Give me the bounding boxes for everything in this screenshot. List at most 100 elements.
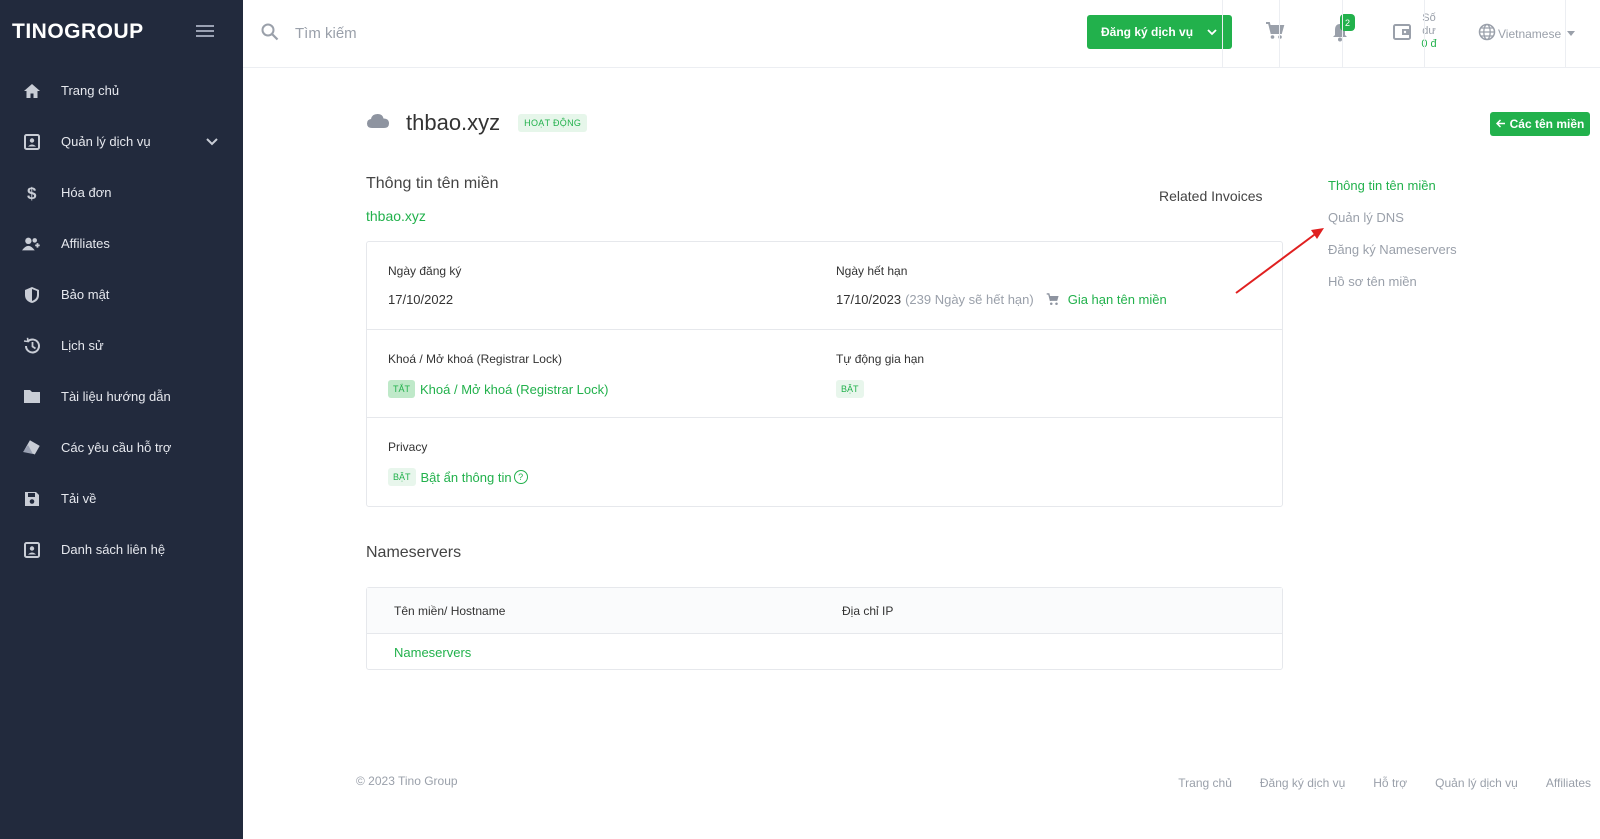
sidebar-item-affiliates[interactable]: Affiliates	[0, 218, 243, 269]
balance-label: dư	[1422, 25, 1436, 37]
footer-link-services[interactable]: Quản lý dịch vụ	[1435, 776, 1518, 790]
sidebar-item-downloads[interactable]: Tải về	[0, 473, 243, 524]
footer-link-affiliates[interactable]: Affiliates	[1546, 776, 1591, 790]
expiry-remaining: (239 Ngày sẽ hết hạn)	[905, 292, 1034, 307]
cart-icon[interactable]	[1265, 22, 1285, 45]
nameservers-table: Tên miền/ Hostname Địa chỉ IP Nameserver…	[366, 587, 1283, 670]
registrar-lock-link[interactable]: Khoá / Mở khoá (Registrar Lock)	[420, 382, 608, 397]
divider	[1342, 0, 1343, 68]
footer-links: Trang chủ Đăng ký dịch vụ Hỗ trợ Quản lý…	[1150, 776, 1591, 790]
side-menu-domain-info[interactable]: Thông tin tên miền	[1328, 178, 1457, 210]
privacy-link[interactable]: Bật ẩn thông tin	[421, 470, 512, 485]
expiry-date-label: Ngày hết hạn	[836, 264, 908, 278]
privacy-cell: Privacy BẬT Bật ẩn thông tin ?	[388, 440, 528, 486]
divider	[1222, 0, 1223, 68]
cloud-icon	[366, 113, 390, 134]
language-selector[interactable]: Vietnamese	[1478, 23, 1576, 44]
divider	[1424, 0, 1425, 68]
sidebar-item-contacts[interactable]: Danh sách liên hệ	[0, 524, 243, 575]
caret-down-icon	[1567, 31, 1576, 36]
sidebar-item-security[interactable]: Bảo mật	[0, 269, 243, 320]
column-ip: Địa chỉ IP	[842, 604, 894, 618]
table-row: Nameservers	[367, 634, 1282, 670]
sidebar-item-invoices[interactable]: $ Hóa đơn	[0, 167, 243, 218]
menu-toggle-icon[interactable]	[196, 25, 214, 38]
info-row-privacy: Privacy BẬT Bật ẩn thông tin ?	[367, 418, 1282, 506]
domain-link[interactable]: thbao.xyz	[366, 208, 426, 224]
sidebar-item-label: Tải về	[61, 491, 97, 506]
topbar: Đăng ký dịch vụ 2 Số dư 0 đ Vietnamese	[243, 0, 1600, 68]
expiry-date-cell: Ngày hết hạn 17/10/2023 (239 Ngày sẽ hết…	[836, 264, 1167, 307]
renew-domain-link[interactable]: Gia hạn tên miền	[1068, 292, 1167, 307]
register-service-button[interactable]: Đăng ký dịch vụ	[1087, 15, 1232, 49]
domain-info-title: Thông tin tên miền	[366, 175, 499, 192]
auto-renew-cell: Tự động gia hạn BẬT	[836, 352, 924, 398]
page-header: thbao.xyz HOẠT ĐỘNG	[366, 110, 588, 136]
domain-side-menu: Thông tin tên miền Quản lý DNS Đăng ký N…	[1328, 178, 1457, 306]
registrar-lock-toggle[interactable]: TẮT	[388, 380, 415, 398]
logo[interactable]: TINOGROUP	[12, 20, 144, 44]
side-menu-domain-profile[interactable]: Hồ sơ tên miền	[1328, 274, 1457, 306]
side-menu-nameservers[interactable]: Đăng ký Nameservers	[1328, 242, 1457, 274]
balance-amount: 0 đ	[1421, 38, 1437, 50]
main-content: thbao.xyz HOẠT ĐỘNG Các tên miền Thông t…	[243, 68, 1600, 839]
sidebar-item-services[interactable]: Quản lý dịch vụ	[0, 116, 243, 167]
column-hostname: Tên miền/ Hostname	[394, 604, 506, 618]
footer-link-support[interactable]: Hỗ trợ	[1373, 776, 1407, 790]
balance[interactable]: Số dư 0 đ	[1419, 12, 1439, 51]
register-date-label: Ngày đăng ký	[388, 264, 462, 278]
privacy-toggle[interactable]: BẬT	[388, 468, 416, 486]
divider	[1565, 0, 1566, 68]
register-date-cell: Ngày đăng ký 17/10/2022	[388, 264, 461, 307]
domains-list-button[interactable]: Các tên miền	[1490, 112, 1590, 136]
folder-icon	[22, 387, 42, 407]
chevron-down-icon[interactable]	[206, 134, 218, 149]
sidebar-item-label: Quản lý dịch vụ	[61, 134, 151, 149]
expiry-date-row: 17/10/2023 (239 Ngày sẽ hết hạn) Gia hạn…	[836, 292, 1167, 307]
search-input[interactable]	[295, 20, 595, 46]
sidebar-item-label: Lịch sử	[61, 338, 104, 353]
auto-renew-toggle[interactable]: BẬT	[836, 380, 864, 398]
sidebar-item-history[interactable]: Lịch sử	[0, 320, 243, 371]
sidebar-item-label: Hóa đơn	[61, 185, 112, 200]
sidebar-item-home[interactable]: Trang chủ	[0, 65, 243, 116]
info-row-dates: Ngày đăng ký 17/10/2022 Ngày hết hạn 17/…	[367, 242, 1282, 330]
nameservers-title: Nameservers	[366, 544, 462, 561]
registrar-lock-row: TẮT Khoá / Mở khoá (Registrar Lock)	[388, 380, 608, 398]
chevron-down-icon	[1207, 25, 1217, 39]
domain-info-card: Ngày đăng ký 17/10/2022 Ngày hết hạn 17/…	[366, 241, 1283, 507]
home-icon	[22, 81, 42, 101]
sidebar-nav: Trang chủ Quản lý dịch vụ $ Hóa đơn Affi…	[0, 65, 243, 575]
ticket-icon	[22, 438, 42, 458]
search-icon[interactable]	[261, 23, 279, 46]
register-service-label: Đăng ký dịch vụ	[1101, 25, 1194, 39]
auto-renew-label: Tự động gia hạn	[836, 352, 925, 366]
nameservers-link[interactable]: Nameservers	[394, 645, 471, 660]
help-icon[interactable]: ?	[513, 470, 528, 484]
footer-link-home[interactable]: Trang chủ	[1178, 776, 1232, 790]
expiry-date-value: 17/10/2023	[836, 292, 902, 307]
side-menu-dns[interactable]: Quản lý DNS	[1328, 210, 1457, 242]
users-icon	[22, 234, 42, 254]
related-invoices[interactable]: Related Invoices	[1159, 188, 1263, 204]
globe-icon	[1478, 23, 1496, 44]
sidebar-item-label: Các yêu cầu hỗ trợ	[61, 440, 172, 455]
sidebar-item-docs[interactable]: Tài liệu hướng dẫn	[0, 371, 243, 422]
language-label: Vietnamese	[1498, 26, 1562, 41]
sidebar-item-label: Danh sách liên hệ	[61, 542, 166, 557]
cart-icon	[1046, 293, 1060, 306]
sidebar-item-label: Bảo mật	[61, 287, 110, 302]
privacy-row: BẬT Bật ẩn thông tin ?	[388, 468, 528, 486]
history-icon	[22, 336, 42, 356]
info-row-lock: Khoá / Mở khoá (Registrar Lock) TẮT Khoá…	[367, 330, 1282, 418]
contact-icon	[22, 540, 42, 560]
service-icon	[22, 132, 42, 152]
wallet-icon[interactable]	[1393, 24, 1411, 45]
privacy-label: Privacy	[388, 440, 428, 454]
registrar-lock-label: Khoá / Mở khoá (Registrar Lock)	[388, 352, 562, 366]
sidebar: TINOGROUP Trang chủ Quản lý dịch vụ $ Hó…	[0, 0, 243, 839]
register-date-value: 17/10/2022	[388, 292, 454, 307]
sidebar-item-support[interactable]: Các yêu cầu hỗ trợ	[0, 422, 243, 473]
footer-link-register[interactable]: Đăng ký dịch vụ	[1260, 776, 1345, 790]
copyright: © 2023 Tino Group	[356, 774, 458, 788]
